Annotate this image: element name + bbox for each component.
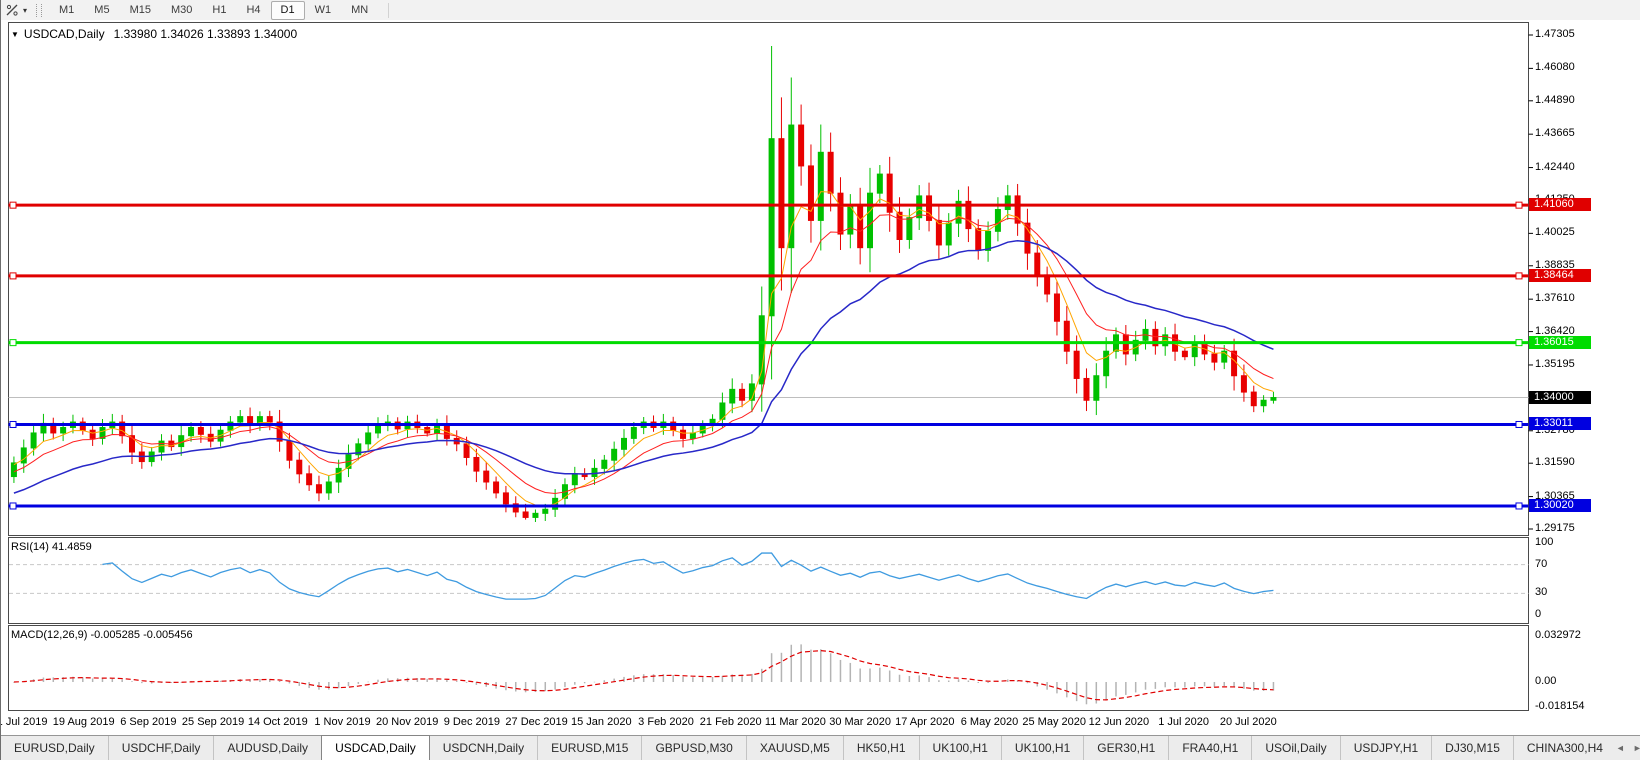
macd-axis-label: 0.032972 [1535,628,1581,641]
hline-price-label: 1.41060 [1529,198,1591,212]
date-axis-label: 1 Jul 2020 [1158,716,1209,728]
date-axis-label: 30 Mar 2020 [829,716,891,728]
timeframe-button-h4[interactable]: H4 [236,1,270,20]
chart-tab-fra40-h1[interactable]: FRA40,H1 [1168,736,1251,760]
date-axis-label: 19 Aug 2019 [52,716,115,728]
chart-tab-gbpusd-m30[interactable]: GBPUSD,M30 [641,736,745,760]
date-axis-label: 1 Nov 2019 [314,716,371,728]
price-axis-tick-label: 1.43665 [1535,127,1575,140]
line-studies-icon [6,4,18,16]
panel-borders [8,22,1529,711]
macd-indicator-label: MACD(12,26,9) -0.005285 -0.005456 [11,629,193,641]
date-axis-label: 27 Dec 2019 [505,716,568,728]
rsi-level-label: 30 [1535,586,1548,599]
price-axis-tick-label: 1.42440 [1535,160,1575,173]
chart-tab-usoil-daily[interactable]: USOil,Daily [1251,736,1339,760]
chart-tab-xauusd-m5[interactable]: XAUUSD,M5 [745,736,843,760]
chart-tab-dj30-m15[interactable]: DJ30,M15 [1431,736,1513,760]
price-axis-tick-label: 1.37610 [1535,292,1575,305]
chart-tab-bar: EURUSD,Daily USDCHF,Daily AUDUSD,Daily USDC… [1,735,1640,760]
timeframe-button-h1[interactable]: H1 [202,1,236,20]
timeframe-button-w1[interactable]: W1 [305,1,342,20]
current-price-label: 1.34000 [1529,390,1591,404]
chart-tab-china300-h4[interactable]: CHINA300,H4 [1512,736,1616,760]
date-axis-label: 11 Mar 2020 [764,716,826,728]
chart-tab-usdcad-daily[interactable]: USDCAD,Daily [321,735,430,760]
price-axis-tick-label: 1.47305 [1535,28,1575,40]
date-axis-label: 31 Jul 2019 [1,716,48,728]
chart-ohlc-values: 1.33980 1.34026 1.33893 1.34000 [113,27,298,41]
timeframe-toolbar: ▾ M1 M5 M15 M30 H1 H4 D1 W1 MN [1,0,1640,21]
rsi-level-label: 100 [1535,536,1554,548]
chart-tab-hk50-h1[interactable]: HK50,H1 [842,736,919,760]
toolbar-grip[interactable] [36,3,43,17]
chart-tab-uk100-h1[interactable]: UK100,H1 [918,736,1001,760]
timeframe-button-m5[interactable]: M5 [84,1,119,20]
chart-tab-audusd-daily[interactable]: AUDUSD,Daily [213,736,321,760]
date-axis-label: 14 Oct 2019 [247,716,308,728]
chart-tab-usdjpy-h1[interactable]: USDJPY,H1 [1339,736,1431,760]
date-axis-label: 3 Feb 2020 [638,716,694,728]
chart-tab-eurusd-m15[interactable]: EURUSD,M15 [537,736,641,760]
date-axis-label: 15 Jan 2020 [571,716,632,728]
chart-tab-ger30-h1[interactable]: GER30,H1 [1083,736,1168,760]
price-axis-tick-label: 1.40025 [1535,226,1575,239]
time-axis[interactable]: 31 Jul 2019 19 Aug 2019 6 Sep 2019 25 Sep 2… [1,712,1640,736]
toolbar-separator [388,2,390,18]
timeframe-button-d1[interactable]: D1 [270,0,305,20]
chart-symbol-label: USDCAD,Daily [23,27,105,41]
rsi-indicator-label: RSI(14) 41.4859 [11,541,92,553]
chart-title: ▼ USDCAD,Daily 1.33980 1.34026 1.33893 1.3… [11,27,297,41]
hline-price-label: 1.36015 [1529,335,1591,349]
chart-tab-uk100-h1[interactable]: UK100,H1 [1000,736,1083,760]
macd-axis-label: -0.018154 [1535,700,1585,713]
tab-scroll-controls: ◄► [1616,736,1640,760]
hline-price-label: 1.30020 [1529,498,1591,512]
price-axis-tick-label: 1.44890 [1535,93,1575,106]
date-axis-label: 6 Sep 2019 [120,716,177,728]
timeframe-button-mn[interactable]: MN [341,1,378,20]
chart-tab-usdchf-daily[interactable]: USDCHF,Daily [107,736,214,760]
price-axis-tick-label: 1.35195 [1535,357,1575,370]
date-axis-label: 20 Jul 2020 [1219,716,1277,728]
macd-axis-label: 0.00 [1535,675,1557,687]
hline-price-label: 1.33011 [1529,417,1591,431]
chart-tab-usdcnh-daily[interactable]: USDCNH,Daily [430,736,537,760]
price-tick-marks [1528,34,1533,530]
price-axis-tick-label: 1.46080 [1535,61,1575,74]
rsi-level-label: 70 [1535,557,1548,570]
date-axis-label: 12 Jun 2020 [1088,716,1150,728]
date-axis-label: 20 Nov 2019 [375,716,439,728]
timeframe-button-m30[interactable]: M30 [161,1,202,20]
date-axis-label: 21 Feb 2020 [699,716,762,728]
chart-dropdown-icon[interactable]: ▼ [11,30,19,39]
chart-window: ▼ USDCAD,Daily 1.33980 1.34026 1.33893 1.3… [1,20,1640,712]
trading-platform-window: ▾ M1 M5 M15 M30 H1 H4 D1 W1 MN ▼ USDCAD,Daily 1.33… [0,0,1640,760]
date-axis-label: 6 May 2020 [960,716,1019,728]
timeframe-button-m15[interactable]: M15 [120,1,161,20]
dropdown-caret-icon[interactable]: ▾ [23,6,27,15]
tab-scroll-right-icon[interactable]: ► [1633,743,1640,753]
chart-tab-eurusd-daily[interactable]: EURUSD,Daily [1,736,108,760]
timeframe-buttons: M1 M5 M15 M30 H1 H4 D1 W1 MN [49,0,378,20]
timeframe-button-m1[interactable]: M1 [49,1,84,20]
chart-plot[interactable] [1,20,1640,712]
price-axis-tick-label: 1.31590 [1535,456,1575,469]
tab-scroll-left-icon[interactable]: ◄ [1616,743,1625,753]
date-axis-label: 9 Dec 2019 [443,716,501,728]
hline-price-label: 1.38464 [1529,268,1591,282]
rsi-level-label: 0 [1535,608,1542,620]
date-axis-label: 25 May 2020 [1022,716,1086,728]
price-axis-tick-label: 1.29175 [1535,522,1575,534]
date-axis-label: 25 Sep 2019 [181,716,245,728]
line-studies-tool[interactable]: ▾ [1,1,31,19]
date-axis-label: 17 Apr 2020 [895,716,955,728]
